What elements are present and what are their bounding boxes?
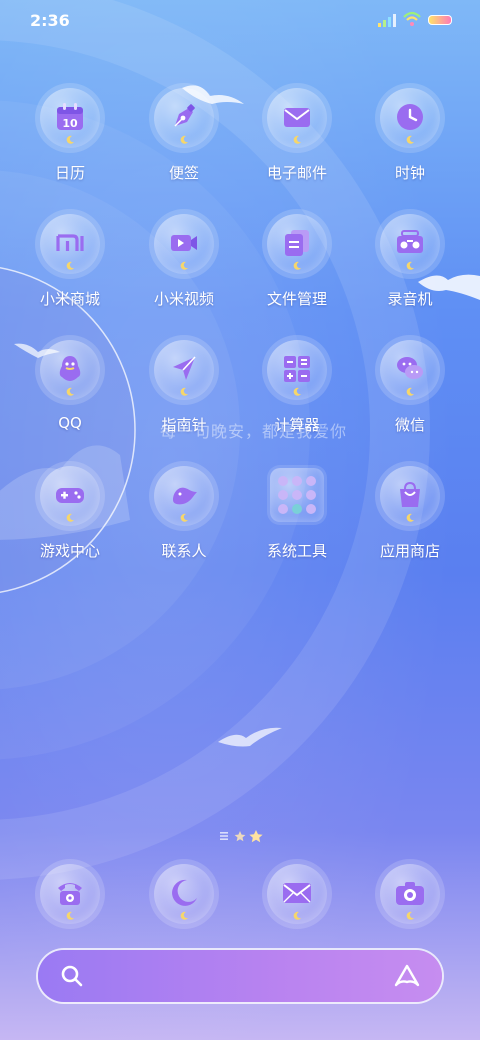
app-label: 时钟 (394, 164, 425, 182)
app-label: 文件管理 (266, 290, 327, 308)
app-label: 小米商城 (39, 290, 100, 308)
folder-system-tools[interactable]: 系统工具 (242, 466, 352, 566)
app-game-center[interactable]: 游戏中心 (15, 466, 125, 566)
app-clock[interactable]: 时钟 (355, 88, 465, 188)
mail-icon (284, 108, 310, 127)
app-label: 便签 (168, 164, 199, 182)
moon-badge-icon (406, 513, 414, 522)
phone-icon (58, 883, 82, 905)
home-screen: 2:36 10 日历 便签 电子邮件 时钟 小米商城 小米视频 文件管理 录音机… (0, 0, 480, 1040)
chat-bubbles-icon (397, 357, 423, 379)
app-label: QQ (58, 414, 82, 432)
app-file-manager[interactable]: 文件管理 (242, 214, 352, 314)
app-label: 联系人 (161, 542, 207, 560)
app-qq[interactable]: QQ (15, 340, 125, 440)
wallpaper-motto-text: 每一句晚安，都是我爱你 (160, 422, 348, 441)
moon-badge-icon (180, 387, 188, 396)
moon-badge-icon (180, 513, 188, 522)
moon-icon (172, 879, 197, 906)
shopping-bag-icon (400, 481, 420, 507)
folder-icon-tile (270, 468, 324, 522)
moon-badge-icon (406, 261, 414, 270)
page-dot-star (234, 831, 246, 842)
radio-recorder-icon (397, 230, 423, 253)
calculator-icon (284, 356, 310, 382)
bird-icon (173, 487, 197, 505)
gamepad-icon (56, 488, 84, 503)
moon-badge-icon (66, 911, 74, 920)
app-label: 电子邮件 (266, 164, 327, 182)
search-bar[interactable] (38, 950, 442, 1002)
moon-badge-icon (180, 135, 188, 144)
pen-nib-icon (174, 104, 195, 127)
app-label: 游戏中心 (39, 542, 100, 560)
calendar-day-text: 10 (62, 117, 78, 130)
envelope-icon (283, 883, 311, 903)
clock-icon (397, 104, 423, 130)
moon-badge-icon (406, 135, 414, 144)
dock-messages[interactable] (242, 864, 352, 964)
app-label: 系统工具 (266, 542, 327, 560)
moon-badge-icon (406, 387, 414, 396)
assistant-icon[interactable] (394, 964, 420, 988)
moon-badge-icon (180, 261, 188, 270)
moon-badge-icon (66, 261, 74, 270)
app-label: 应用商店 (379, 542, 440, 560)
app-label: 录音机 (387, 290, 433, 308)
moon-badge-icon (180, 911, 188, 920)
moon-badge-icon (293, 911, 301, 920)
app-mi-store[interactable]: 小米商城 (15, 214, 125, 314)
wifi-icon (403, 11, 421, 26)
page-list-indicator (220, 832, 228, 834)
dock-phone[interactable] (15, 864, 125, 964)
app-notes[interactable]: 便签 (129, 88, 239, 188)
calendar-icon: 10 (57, 103, 83, 130)
signal-icon (378, 14, 396, 27)
moon-badge-icon (293, 135, 301, 144)
penguin-icon (59, 356, 81, 381)
moon-badge-icon (66, 135, 74, 144)
moon-badge-icon (66, 513, 74, 522)
app-recorder[interactable]: 录音机 (355, 214, 465, 314)
mi-logo-icon (56, 234, 84, 251)
battery-icon (428, 15, 452, 25)
search-icon[interactable] (60, 964, 84, 988)
app-label: 日历 (54, 164, 85, 182)
app-email[interactable]: 电子邮件 (242, 88, 352, 188)
status-time: 2:36 (30, 11, 70, 30)
status-bar: 2:36 (0, 0, 480, 40)
compass-arrow-icon (173, 356, 196, 380)
app-app-store[interactable]: 应用商店 (355, 466, 465, 566)
tools-folder-icon (278, 476, 316, 514)
page-indicator[interactable] (216, 828, 276, 844)
dock-moon[interactable] (129, 864, 239, 964)
app-contacts[interactable]: 联系人 (129, 466, 239, 566)
app-mi-video[interactable]: 小米视频 (129, 214, 239, 314)
video-icon (171, 235, 197, 251)
moon-badge-icon (406, 911, 414, 920)
moon-badge-icon (66, 387, 74, 396)
app-label: 小米视频 (153, 290, 214, 308)
moon-badge-icon (293, 387, 301, 396)
app-calendar[interactable]: 10 日历 (15, 88, 125, 188)
page-dot-star-active (249, 830, 263, 843)
camera-icon (396, 882, 424, 905)
moon-badge-icon (293, 261, 301, 270)
files-icon (285, 230, 309, 256)
dock-camera[interactable] (355, 864, 465, 964)
